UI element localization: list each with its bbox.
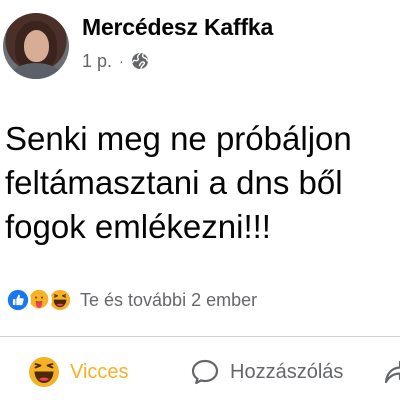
divider <box>0 336 400 337</box>
comment-label: Hozzászólás <box>230 360 344 383</box>
reaction-icons <box>5 287 73 313</box>
reaction-summary[interactable]: Te és további 2 ember <box>80 290 257 311</box>
post-timestamp[interactable]: 1 p. <box>82 51 112 72</box>
post-text-line: feltámasztani a dns ből <box>5 164 343 201</box>
globe-icon[interactable] <box>131 52 149 70</box>
comment-button[interactable]: Hozzászólás <box>190 350 343 394</box>
share-button[interactable] <box>382 350 400 394</box>
reactions-bar[interactable]: Te és további 2 ember <box>5 285 257 315</box>
avatar-face <box>24 30 49 62</box>
author-name[interactable]: Mercédesz Kaffka <box>82 14 273 41</box>
avatar[interactable] <box>3 13 69 79</box>
haha-icon <box>28 356 60 388</box>
post-text: Senki meg ne próbáljon feltámasztani a d… <box>5 117 400 249</box>
like-icon <box>5 287 31 313</box>
comment-icon <box>190 357 220 387</box>
share-icon <box>382 357 400 387</box>
action-bar: Vicces Hozzászólás <box>0 350 400 394</box>
post-meta: 1 p. · <box>82 50 149 72</box>
haha-reaction-label: Vicces <box>70 360 129 383</box>
haha-reaction-button[interactable]: Vicces <box>28 350 129 394</box>
meta-separator: · <box>119 53 124 69</box>
post-text-line: Senki meg ne próbáljon <box>5 120 352 157</box>
avatar-shoulders <box>9 63 63 79</box>
post-text-line: fogok emlékezni!!! <box>5 208 271 245</box>
post-header: Mercédesz Kaffka 1 p. · <box>0 0 400 90</box>
